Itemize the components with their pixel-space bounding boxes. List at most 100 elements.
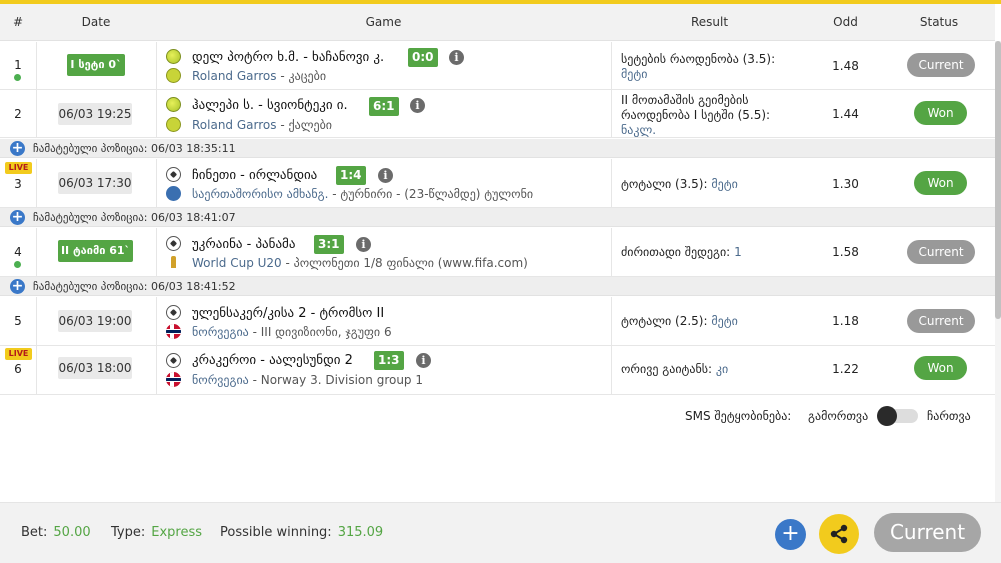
- tennis-ball-icon: [166, 49, 181, 64]
- match-period-badge: II ტაიმი 61`: [58, 240, 133, 262]
- game-title[interactable]: უკრაინა - პანამა: [192, 237, 295, 252]
- tennis-ball-icon: [166, 97, 181, 112]
- header-status: Status: [919, 15, 959, 29]
- result-cell: ძირითადი შედეგი: 1: [621, 245, 742, 259]
- odd-value: 1.22: [832, 362, 859, 376]
- header-odd: Odd: [833, 15, 858, 29]
- row-number: 2: [14, 107, 22, 121]
- game-title[interactable]: ჩინეთი - ირლანდია: [192, 168, 317, 183]
- bet-summary-footer: Bet: 50.00 Type: Express Possible winning:…: [0, 502, 1001, 563]
- soccer-ball-icon: [166, 236, 181, 251]
- result-cell: სეტების რაოდენობა (3.5): მეტი: [621, 52, 776, 81]
- league-info: Roland Garros - კაცები: [192, 69, 327, 83]
- table-row: 1 I სეტი 0` დელ პოტრო ხ.მ. - ხაჩანოვი კ.…: [0, 42, 995, 90]
- live-badge: LIVE: [5, 348, 32, 360]
- result-cell: ორივე გაიტანს: კი: [621, 362, 729, 376]
- result-cell: II მოთამაშის გეიმების რაოდენობა I სეტში …: [621, 93, 771, 137]
- result-cell: ტოტალი (3.5): მეტი: [621, 177, 738, 191]
- league-link[interactable]: ნორვეგია: [192, 373, 249, 387]
- league-link[interactable]: World Cup U20: [192, 256, 282, 270]
- row-number: 5: [14, 314, 22, 328]
- status-badge: Won: [914, 171, 967, 195]
- score-badge: 1:4: [336, 166, 366, 185]
- table-row: LIVE 6 06/03 18:00 კრაკეროი - აალესუნდი …: [0, 346, 995, 395]
- added-position-text: ჩამატებული პოზიცია: 06/03 18:41:07: [33, 211, 236, 224]
- league-info: World Cup U20 - პოლონეთი 1/8 ფინალი (www…: [192, 256, 528, 270]
- add-button[interactable]: +: [775, 519, 806, 550]
- score-badge: 3:1: [314, 235, 344, 254]
- added-position-text: ჩამატებული პოზიცია: 06/03 18:35:11: [33, 142, 236, 155]
- info-icon[interactable]: i: [449, 50, 464, 65]
- match-date: 06/03 18:00: [58, 357, 132, 379]
- international-league-icon: [166, 186, 181, 201]
- odd-value: 1.18: [832, 314, 859, 328]
- table-row: 4 II ტაიმი 61` უკრაინა - პანამა 3:1 i Wo…: [0, 228, 995, 277]
- odd-value: 1.44: [832, 107, 859, 121]
- table-header: # Date Game Result Odd Status: [0, 4, 995, 41]
- sms-on-label: ჩართვა: [927, 409, 971, 423]
- header-result: Result: [690, 15, 729, 29]
- league-link[interactable]: Roland Garros: [192, 118, 277, 132]
- league-info: Roland Garros - ქალები: [192, 118, 333, 132]
- norway-flag-icon: [166, 372, 181, 387]
- info-icon[interactable]: i: [416, 353, 431, 368]
- possible-winning: Possible winning: 315.09: [220, 525, 384, 540]
- soccer-ball-icon: [166, 305, 181, 320]
- added-position-text: ჩამატებული პოზიცია: 06/03 18:41:52: [33, 280, 236, 293]
- match-date: 06/03 19:00: [58, 310, 132, 332]
- match-date: 06/03 19:25: [58, 103, 132, 125]
- game-title[interactable]: დელ პოტრო ხ.მ. - ხაჩანოვი კ.: [192, 50, 384, 65]
- game-title[interactable]: ჰალეპი ს. - სვიონტეკი ი.: [192, 98, 348, 113]
- league-link[interactable]: საერთაშორისო ამხანგ.: [192, 187, 328, 201]
- bet-type: Type: Express: [111, 525, 203, 540]
- odd-value: 1.58: [832, 245, 859, 259]
- score-badge: 6:1: [369, 97, 399, 116]
- game-title[interactable]: კრაკეროი - აალესუნდი 2: [192, 353, 353, 368]
- sms-toggle-knob[interactable]: [877, 406, 897, 426]
- header-num: #: [12, 15, 24, 29]
- tennis-league-icon: [166, 68, 181, 83]
- match-period-badge: I სეტი 0`: [67, 54, 125, 76]
- result-pick: ნაკლ.: [621, 123, 657, 137]
- info-icon[interactable]: i: [378, 168, 393, 183]
- league-link[interactable]: ნორვეგია: [192, 325, 249, 339]
- live-status-dot: [14, 261, 21, 268]
- game-title[interactable]: ულენსაკერ/კისა 2 - ტრომსო II: [192, 306, 384, 321]
- share-button[interactable]: [819, 514, 859, 554]
- league-link[interactable]: Roland Garros: [192, 69, 277, 83]
- league-info: ნორვეგია - III დივიზიონი, ჯგუფი 6: [192, 325, 392, 339]
- add-icon[interactable]: +: [10, 279, 25, 294]
- status-badge: Won: [914, 101, 967, 125]
- added-position-row: + ჩამატებული პოზიცია: 06/03 18:41:07: [0, 208, 995, 227]
- table-row: LIVE 3 06/03 17:30 ჩინეთი - ირლანდია 1:4…: [0, 159, 995, 208]
- header-date: Date: [81, 15, 111, 29]
- sms-off-label: გამორთვა: [808, 409, 869, 423]
- status-badge: Current: [907, 240, 975, 264]
- add-icon[interactable]: +: [10, 141, 25, 156]
- soccer-ball-icon: [166, 167, 181, 182]
- scrollbar-thumb[interactable]: [995, 41, 1001, 319]
- result-pick: მეტი: [621, 67, 648, 81]
- info-icon[interactable]: i: [410, 98, 425, 113]
- result-pick: 1: [734, 245, 742, 259]
- score-badge: 0:0: [408, 48, 438, 67]
- current-status-button[interactable]: Current: [874, 513, 981, 552]
- tennis-league-icon: [166, 117, 181, 132]
- odd-value: 1.48: [832, 59, 859, 73]
- table-row: 2 06/03 19:25 ჰალეპი ს. - სვიონტეკი ი. 6…: [0, 90, 995, 138]
- result-pick: კი: [715, 362, 729, 376]
- norway-flag-icon: [166, 324, 181, 339]
- result-pick: მეტი: [711, 314, 738, 328]
- row-number: 6: [14, 362, 22, 376]
- result-cell: ტოტალი (2.5): მეტი: [621, 314, 738, 328]
- live-status-dot: [14, 74, 21, 81]
- score-badge: 1:3: [374, 351, 404, 370]
- info-icon[interactable]: i: [356, 237, 371, 252]
- odd-value: 1.30: [832, 177, 859, 191]
- world-cup-trophy-icon: [166, 255, 181, 270]
- add-icon[interactable]: +: [10, 210, 25, 225]
- sms-label: SMS შეტყობინება:: [685, 409, 792, 423]
- share-icon: [830, 524, 848, 544]
- league-info: საერთაშორისო ამხანგ. - ტურნირი - (23-წლა…: [192, 187, 534, 201]
- row-number: 3: [14, 177, 22, 191]
